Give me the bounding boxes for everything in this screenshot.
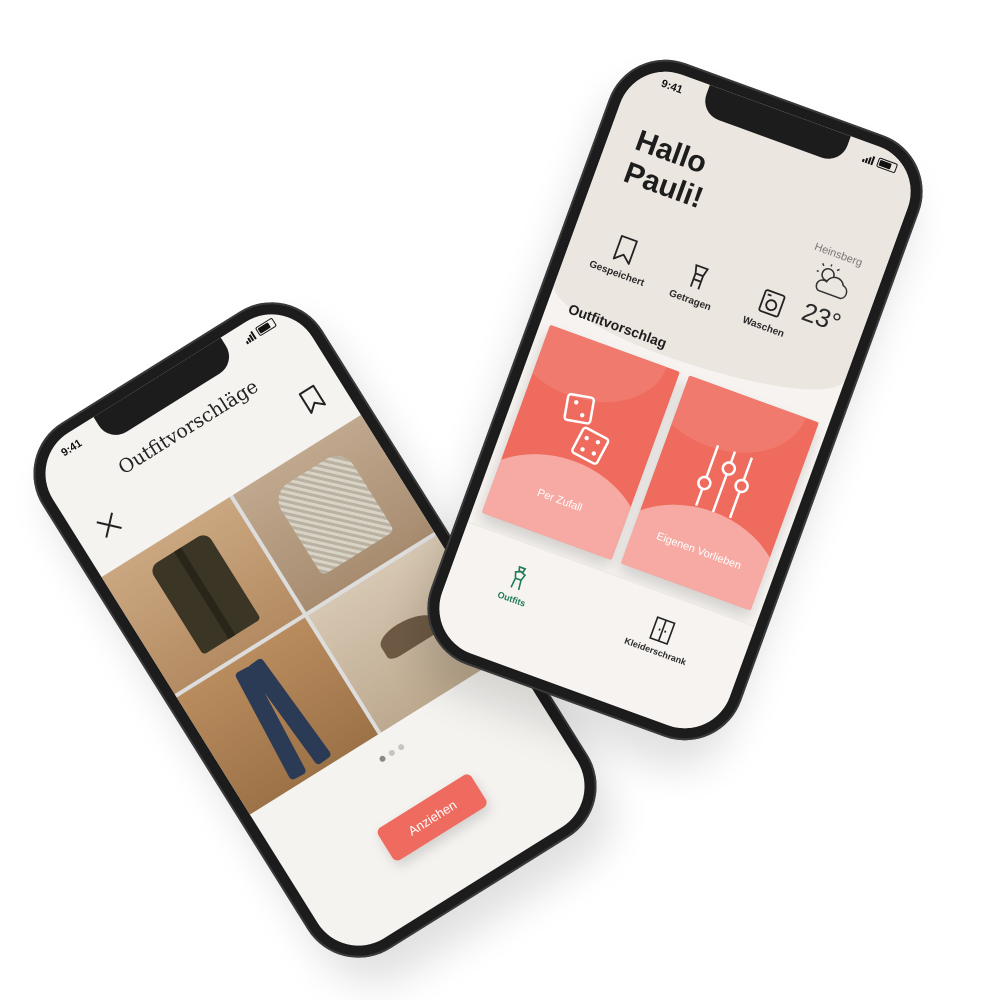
bookmark-icon[interactable] xyxy=(296,382,328,416)
close-icon[interactable] xyxy=(93,509,126,542)
pager-dot[interactable] xyxy=(378,754,387,763)
status-icons xyxy=(242,317,278,345)
signal-icon xyxy=(242,330,257,345)
battery-icon xyxy=(254,317,278,337)
tab-outfits[interactable]: Outfits xyxy=(496,561,537,609)
outfit-icon xyxy=(510,565,527,591)
tab-wardrobe[interactable]: Kleiderschrank xyxy=(623,607,698,667)
status-time: 9:41 xyxy=(59,437,85,460)
home-screen: 9:41 Hallo Pauli! Heinsberg 23° Gespeich… xyxy=(425,58,925,742)
wear-outfit-button[interactable]: Anziehen xyxy=(375,772,489,863)
phone-home: 9:41 Hallo Pauli! Heinsberg 23° Gespeich… xyxy=(410,42,940,758)
phone-notch xyxy=(93,337,237,443)
wardrobe-icon xyxy=(649,616,677,646)
pager-dot[interactable] xyxy=(397,743,406,752)
pager-dot[interactable] xyxy=(387,748,396,758)
